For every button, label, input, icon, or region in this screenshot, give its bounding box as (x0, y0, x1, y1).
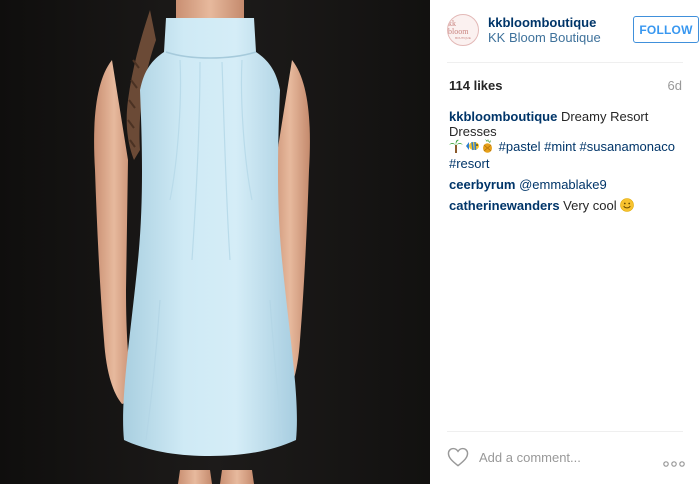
comment-username[interactable]: catherinewanders (449, 198, 560, 213)
footer-divider (447, 431, 683, 432)
like-heart-icon[interactable] (447, 447, 469, 467)
full-name-link[interactable]: KK Bloom Boutique (488, 30, 601, 45)
palm-tree-emoji (449, 139, 463, 156)
username-link[interactable]: kkbloomboutique (488, 15, 596, 30)
comment-item: catherinewanders Very cool (449, 198, 681, 215)
pineapple-drink-emoji (481, 139, 494, 156)
add-comment-input[interactable] (479, 448, 649, 466)
comment-mention[interactable]: @emmablake9 (519, 177, 607, 192)
comment-username[interactable]: ceerbyrum (449, 177, 515, 192)
avatar[interactable]: kk bloom BOUTIQUE (447, 14, 479, 46)
post-actions (447, 444, 687, 472)
more-options-icon[interactable] (663, 454, 685, 467)
comment-text: Very cool (563, 198, 617, 213)
post-details-panel: kk bloom BOUTIQUE kkbloomboutique KK Blo… (430, 0, 700, 484)
post-header: kk bloom BOUTIQUE kkbloomboutique KK Blo… (447, 14, 699, 48)
likes-count[interactable]: 114 likes (449, 78, 503, 93)
comments-list: kkbloomboutique Dreamy Resort Dresses #p… (449, 109, 681, 221)
comment-item: ceerbyrum @emmablake9 (449, 177, 681, 192)
tropical-fish-emoji (464, 139, 480, 156)
follow-button[interactable]: FOLLOW (633, 16, 699, 43)
avatar-logo-subtext: BOUTIQUE (455, 36, 471, 40)
smile-emoji (620, 198, 635, 215)
avatar-logo-text: kk bloom (448, 19, 469, 36)
caption: kkbloomboutique Dreamy Resort Dresses #p… (449, 109, 681, 171)
post-age[interactable]: 6d (668, 78, 682, 93)
dress-photo-graphic (0, 0, 430, 484)
caption-username[interactable]: kkbloomboutique (449, 109, 557, 124)
post-photo[interactable] (0, 0, 430, 484)
header-divider (447, 62, 683, 63)
